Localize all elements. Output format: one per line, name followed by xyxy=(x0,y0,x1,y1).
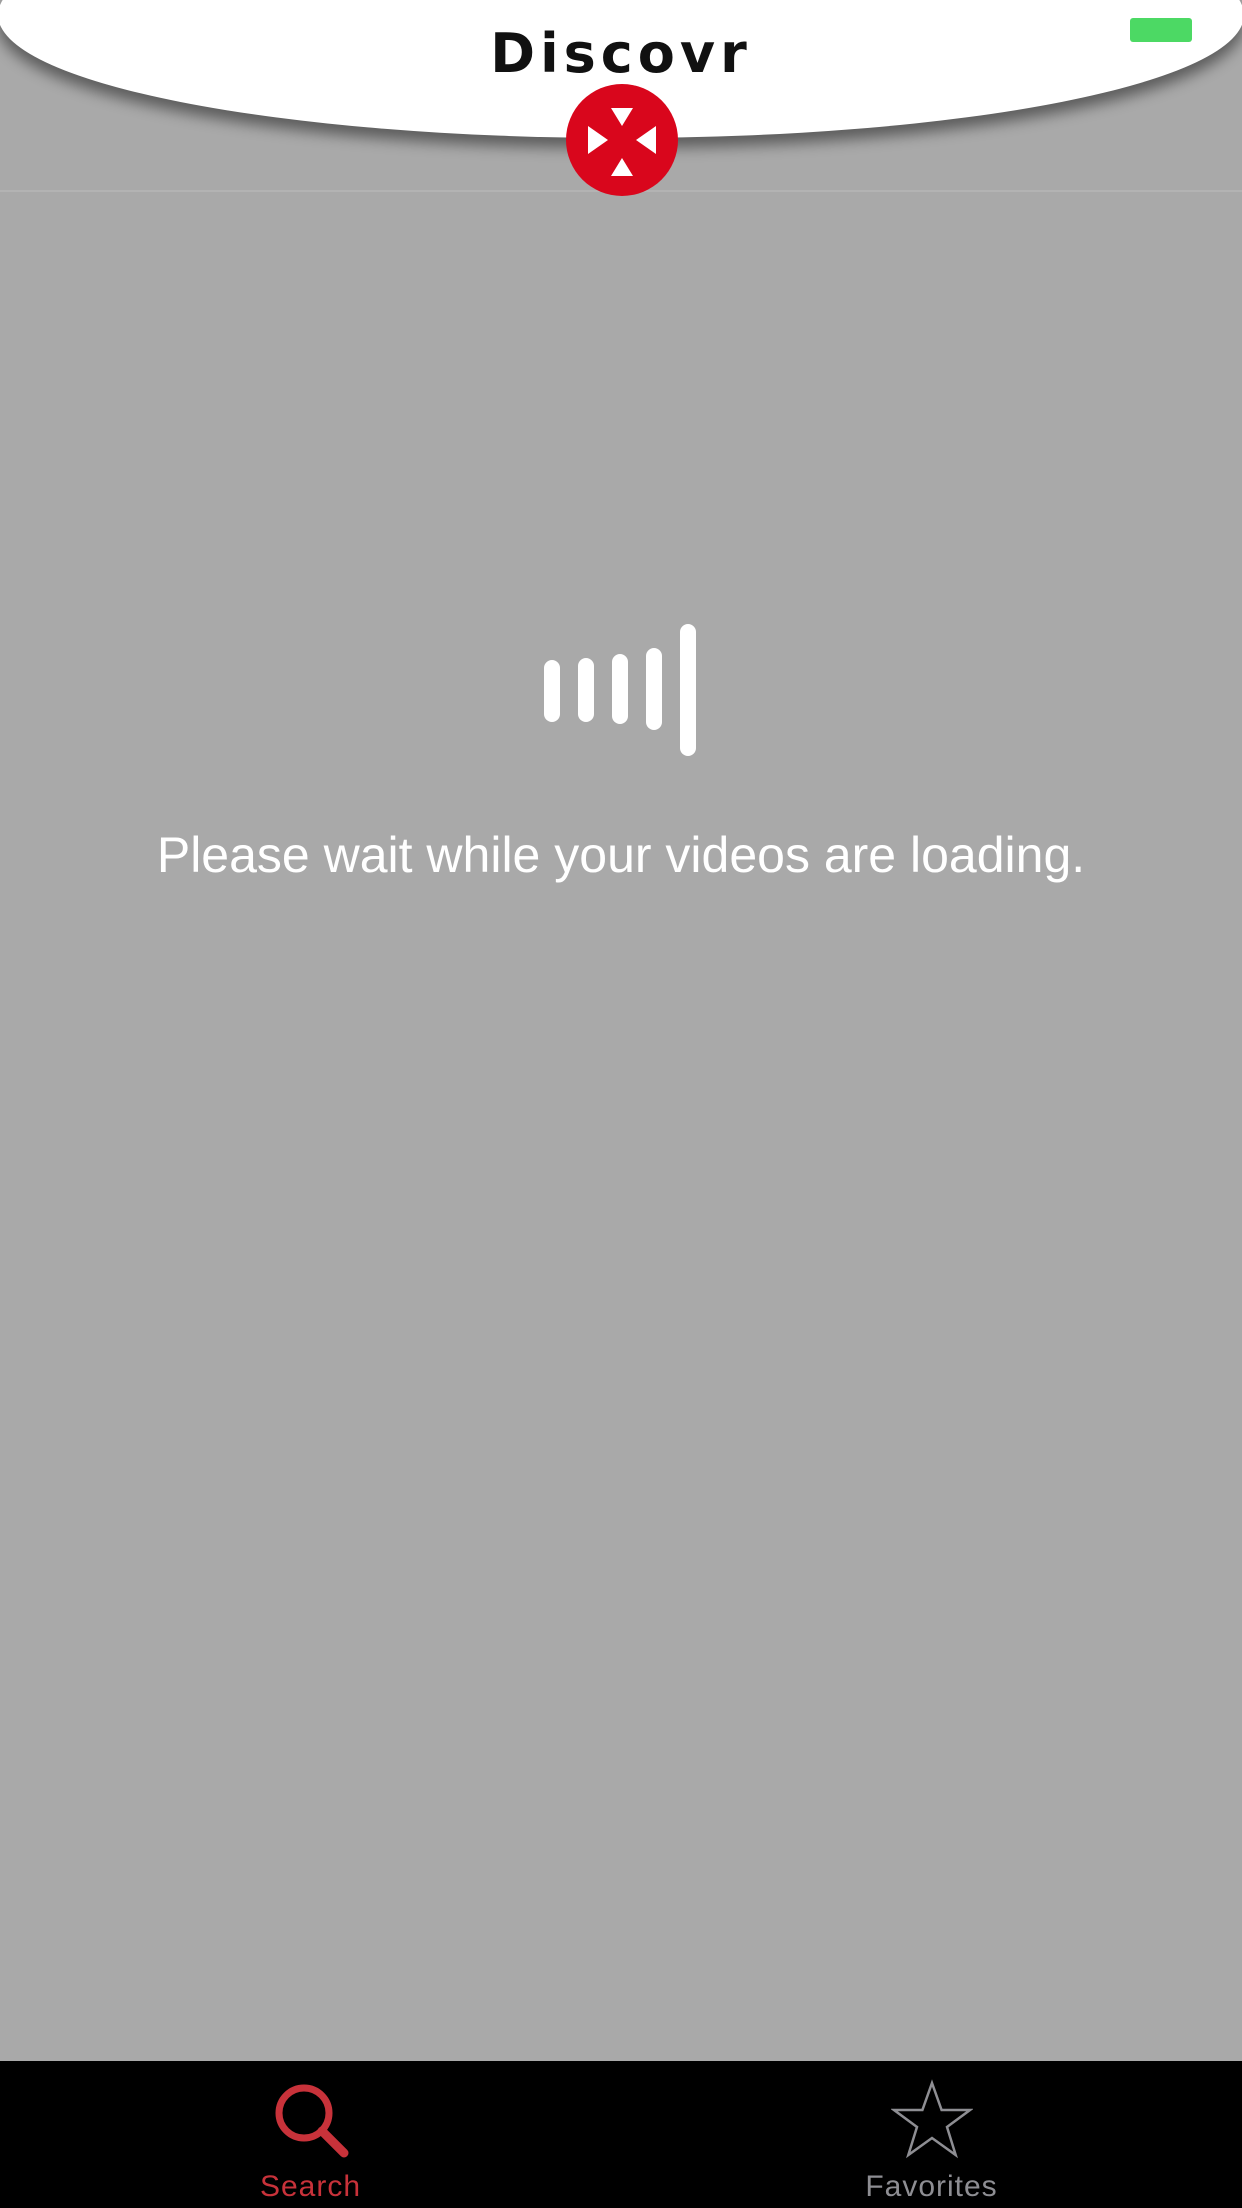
search-icon xyxy=(275,2084,349,2158)
tab-favorites[interactable]: Favorites xyxy=(621,2061,1242,2208)
loader-bar xyxy=(578,658,594,722)
loader-bar xyxy=(612,654,628,724)
loading-bars-icon xyxy=(540,620,710,760)
discovr-logo-icon[interactable] xyxy=(566,84,678,196)
app-title: Discovr xyxy=(490,22,752,85)
tab-bar: Search Favorites xyxy=(0,2061,1242,2208)
battery-icon xyxy=(1130,18,1192,42)
loader-bar xyxy=(544,660,560,722)
loader-bar xyxy=(646,648,662,730)
star-icon xyxy=(891,2079,973,2159)
app-screen: Discovr Please wait while your videos ar… xyxy=(0,0,1242,2208)
tab-search-label: Search xyxy=(259,2170,362,2203)
tab-favorites-label: Favorites xyxy=(865,2170,998,2203)
header: Discovr xyxy=(0,0,1242,196)
tab-search[interactable]: Search xyxy=(0,2061,621,2208)
loader-bar xyxy=(680,624,696,756)
loading-message: Please wait while your videos are loadin… xyxy=(156,827,1086,883)
